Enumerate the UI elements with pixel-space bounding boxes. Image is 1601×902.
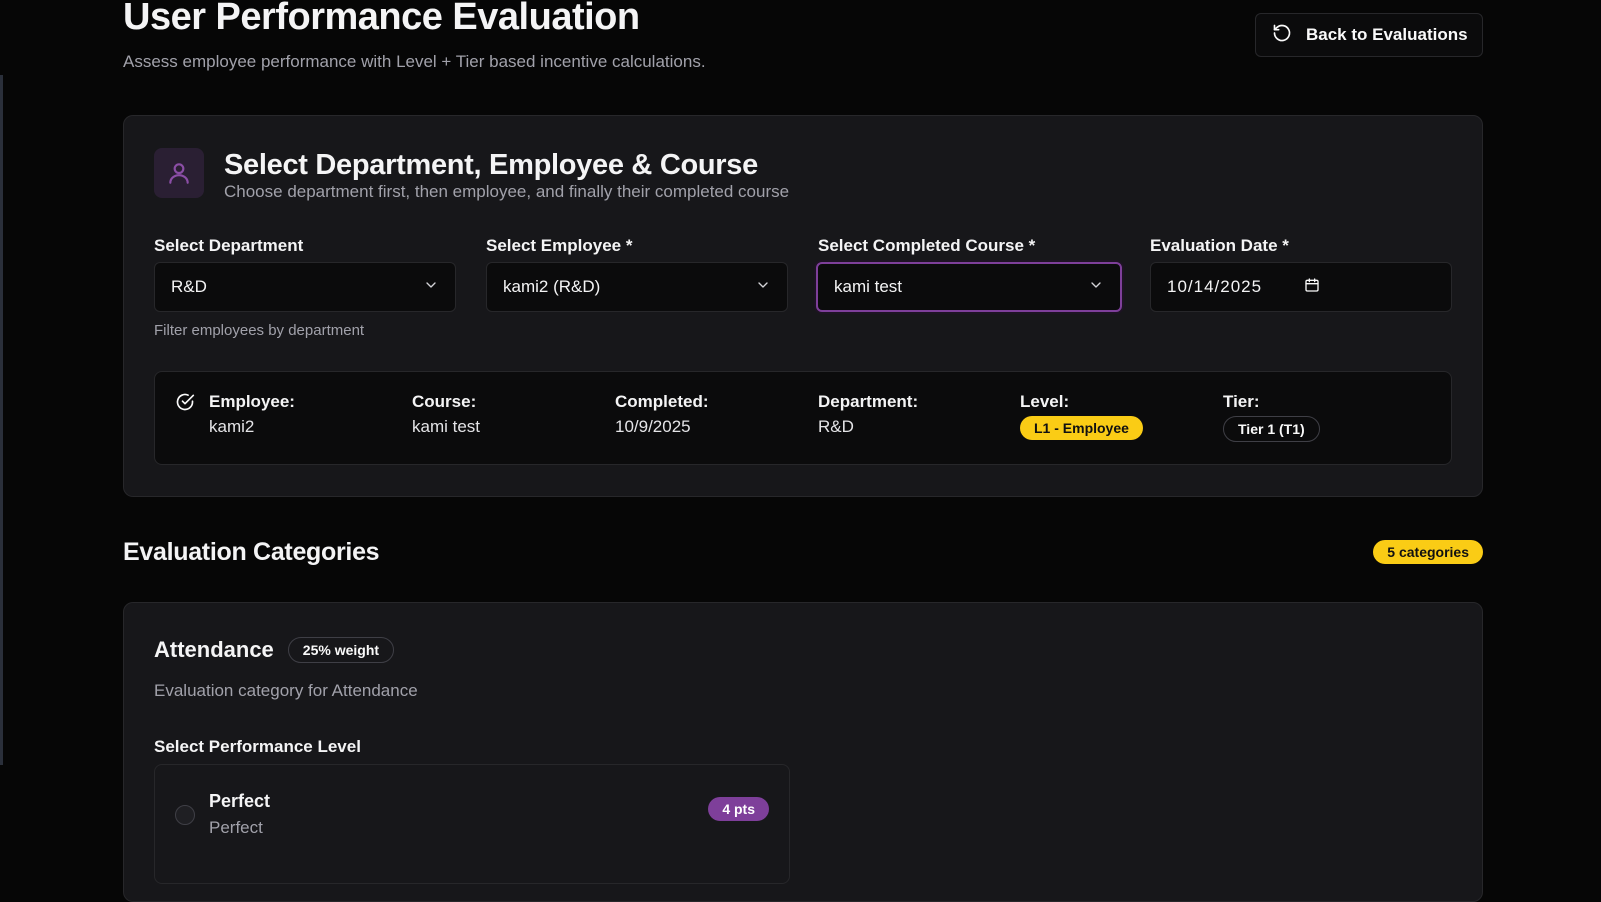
chevron-down-icon bbox=[755, 277, 771, 298]
evaluation-date-input[interactable]: 10/14/2025 bbox=[1150, 262, 1452, 312]
refresh-icon bbox=[1272, 23, 1292, 48]
summary-level: Level: L1 - Employee bbox=[1020, 390, 1143, 440]
employee-label: Select Employee * bbox=[486, 236, 633, 255]
summary-tier-key: Tier: bbox=[1223, 392, 1260, 411]
option-subtitle: Perfect bbox=[209, 818, 263, 837]
department-select[interactable]: R&D bbox=[154, 262, 456, 312]
selection-card-subtitle: Choose department first, then employee, … bbox=[224, 182, 790, 201]
selection-card: Select Department, Employee & Course Cho… bbox=[123, 115, 1483, 497]
department-hint: Filter employees by department bbox=[154, 322, 365, 339]
check-circle-icon bbox=[175, 392, 195, 417]
employee-value: kami2 (R&D) bbox=[503, 277, 601, 296]
page-title: User Performance Evaluation bbox=[123, 0, 640, 38]
course-value: kami test bbox=[834, 277, 903, 296]
summary-course-key: Course: bbox=[412, 392, 477, 411]
back-button-label: Back to Evaluations bbox=[1306, 25, 1468, 44]
sidebar-edge bbox=[0, 75, 3, 765]
course-label: Select Completed Course * bbox=[818, 236, 1036, 255]
summary-employee-value: kami2 bbox=[209, 417, 255, 436]
category-description: Evaluation category for Attendance bbox=[154, 681, 418, 700]
chevron-down-icon bbox=[423, 277, 439, 298]
selection-card-title: Select Department, Employee & Course bbox=[224, 149, 758, 181]
summary-course: Course: kami test bbox=[412, 390, 480, 440]
category-title: Attendance bbox=[154, 637, 274, 662]
summary-employee-key: Employee: bbox=[209, 392, 295, 411]
department-label: Select Department bbox=[154, 236, 304, 255]
department-value: R&D bbox=[171, 277, 207, 296]
summary-completed-key: Completed: bbox=[615, 392, 709, 411]
summary-level-key: Level: bbox=[1020, 392, 1070, 411]
selection-summary: Employee: kami2 Course: kami test Comple… bbox=[154, 371, 1452, 465]
option-radio[interactable] bbox=[175, 805, 195, 825]
points-badge: 4 pts bbox=[708, 797, 769, 821]
category-card-attendance: Attendance 25% weight Evaluation categor… bbox=[123, 602, 1483, 902]
option-title: Perfect bbox=[209, 791, 271, 811]
performance-option-perfect[interactable]: Perfect Perfect 4 pts bbox=[154, 764, 790, 884]
summary-employee: Employee: kami2 bbox=[209, 390, 295, 440]
tier-badge: Tier 1 (T1) bbox=[1223, 416, 1320, 442]
weight-badge: 25% weight bbox=[287, 637, 395, 663]
summary-completed-value: 10/9/2025 bbox=[615, 417, 691, 436]
summary-department-value: R&D bbox=[818, 417, 854, 436]
summary-tier: Tier: Tier 1 (T1) bbox=[1223, 390, 1320, 442]
back-to-evaluations-button[interactable]: Back to Evaluations bbox=[1255, 13, 1483, 57]
summary-department-key: Department: bbox=[818, 392, 919, 411]
user-icon bbox=[154, 148, 204, 198]
employee-select[interactable]: kami2 (R&D) bbox=[486, 262, 788, 312]
course-select[interactable]: kami test bbox=[816, 262, 1122, 312]
level-badge: L1 - Employee bbox=[1020, 416, 1143, 440]
summary-completed: Completed: 10/9/2025 bbox=[615, 390, 709, 440]
summary-course-value: kami test bbox=[412, 417, 481, 436]
chevron-down-icon bbox=[1088, 277, 1104, 298]
summary-department: Department: R&D bbox=[818, 390, 918, 440]
categories-count-label: 5 categories bbox=[1373, 540, 1483, 564]
performance-level-label: Select Performance Level bbox=[154, 737, 361, 756]
evaluation-date-value: 10/14/2025 bbox=[1167, 277, 1263, 296]
evaluation-date-label: Evaluation Date * bbox=[1150, 236, 1289, 255]
evaluation-categories-title: Evaluation Categories bbox=[123, 538, 380, 566]
selection-card-header: Select Department, Employee & Course Cho… bbox=[154, 148, 789, 202]
category-header: Attendance 25% weight bbox=[154, 637, 395, 663]
categories-count-badge: 5 categories bbox=[1373, 540, 1483, 564]
page-subtitle: Assess employee performance with Level +… bbox=[123, 52, 706, 71]
calendar-icon[interactable] bbox=[1304, 277, 1320, 298]
